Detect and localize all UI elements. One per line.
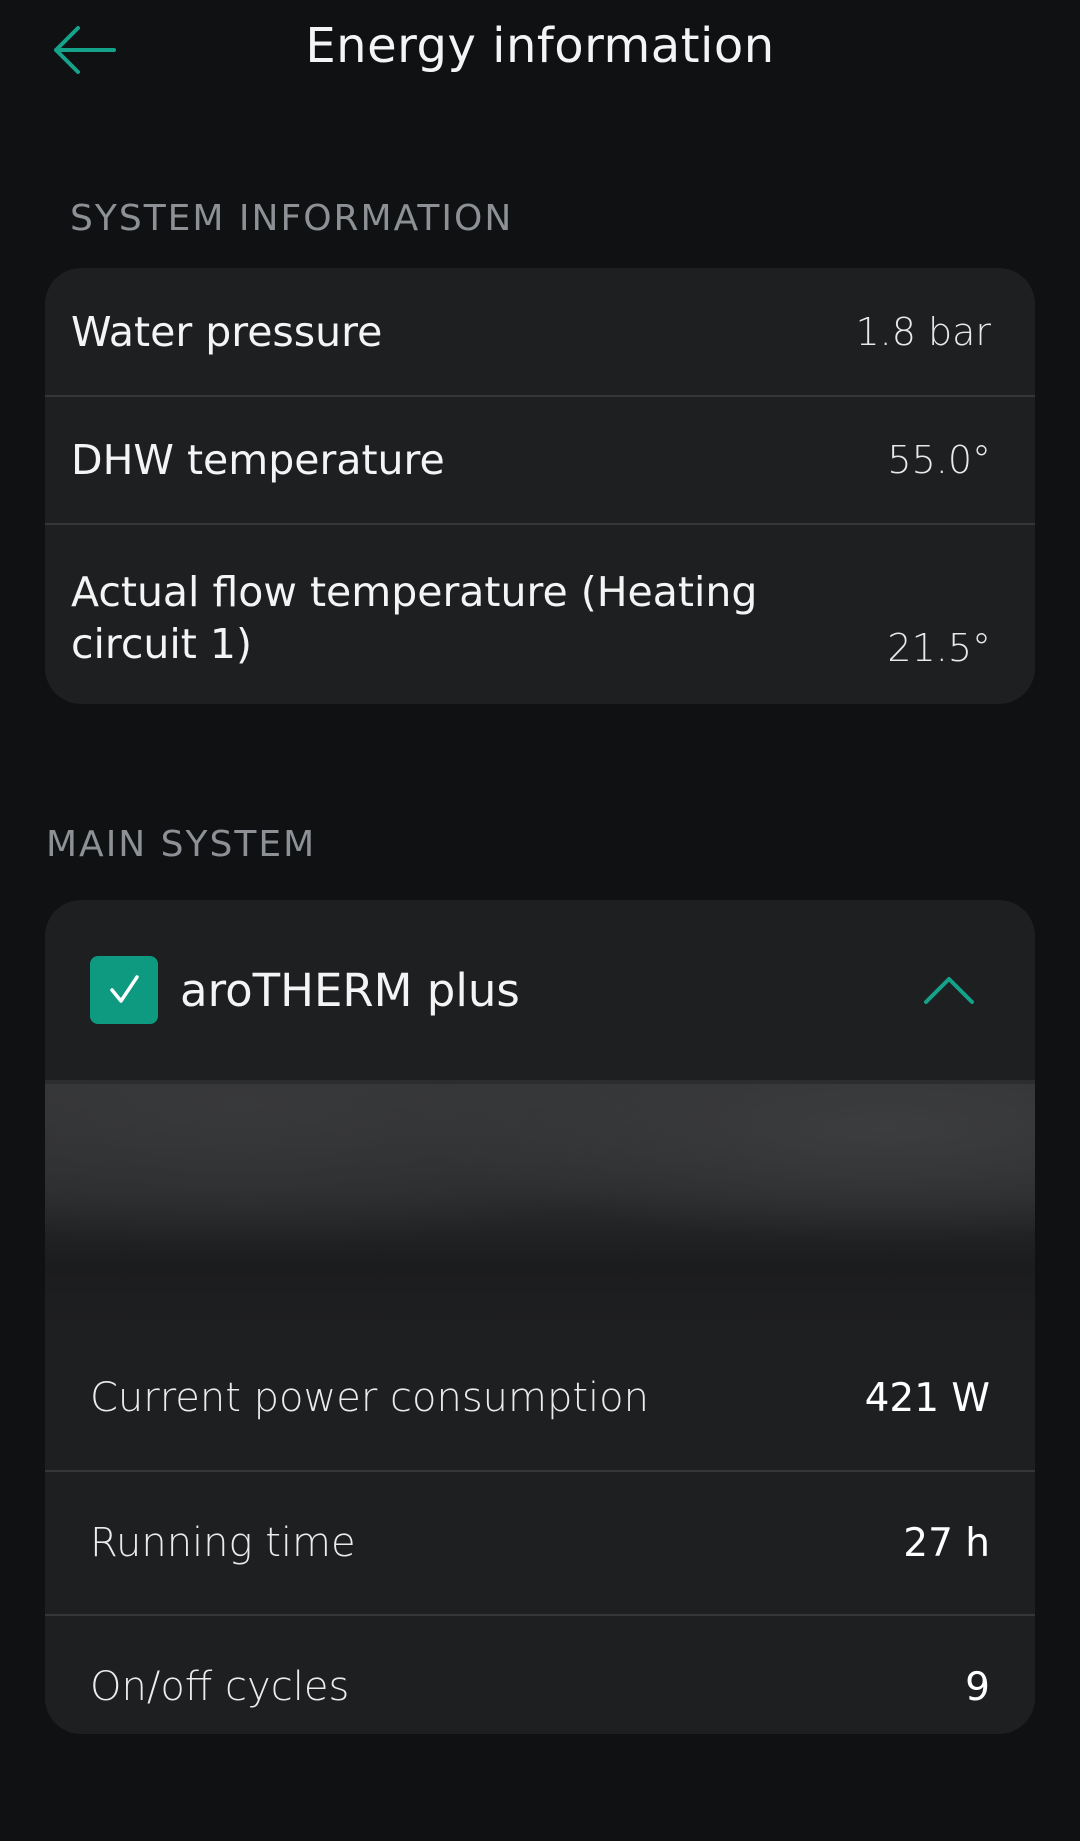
metric-label: On/off cycles xyxy=(90,1664,350,1710)
metric-value: 9 xyxy=(965,1664,990,1710)
device-title-group: aroTHERM plus xyxy=(90,956,520,1024)
info-row-water-pressure: Water pressure 1.8 bar xyxy=(45,268,1035,395)
section-label-system-information: SYSTEM INFORMATION xyxy=(70,198,514,239)
info-label: DHW temperature xyxy=(71,436,445,484)
metric-value: 27 h xyxy=(903,1520,990,1566)
section-label-main-system: MAIN SYSTEM xyxy=(46,824,317,865)
device-name: aroTHERM plus xyxy=(180,963,520,1017)
image-top-edge xyxy=(45,1080,1035,1084)
info-label: Actual flow temperature (Heating circuit… xyxy=(71,568,758,668)
page-title: Energy information xyxy=(305,18,775,74)
metric-value: 421 W xyxy=(864,1375,990,1421)
device-image xyxy=(45,1080,1035,1326)
metric-row-running-time: Running time 27 h xyxy=(45,1470,1035,1614)
chevron-up-icon[interactable] xyxy=(923,975,975,1005)
metric-row-current-power-consumption: Current power consumption 421 W xyxy=(45,1326,1035,1470)
main-system-card: aroTHERM plus Current power consumption … xyxy=(45,900,1035,1734)
info-value: 55.0° xyxy=(887,438,991,482)
metric-row-on-off-cycles: On/off cycles 9 xyxy=(45,1614,1035,1734)
info-value: 1.8 bar xyxy=(855,309,991,354)
metric-label: Running time xyxy=(90,1520,356,1566)
metric-label: Current power consumption xyxy=(90,1375,649,1421)
info-row-dhw-temperature: DHW temperature 55.0° xyxy=(45,395,1035,523)
info-label: Water pressure xyxy=(71,307,383,356)
info-value: 21.5° xyxy=(887,626,991,670)
system-information-card: Water pressure 1.8 bar DHW temperature 5… xyxy=(45,268,1035,704)
checkmark-icon xyxy=(110,975,139,1003)
info-row-actual-flow-temperature: Actual flow temperature (Heating circuit… xyxy=(45,523,1035,704)
device-header-aritherm-plus[interactable]: aroTHERM plus xyxy=(45,900,1035,1080)
app-header: Energy information xyxy=(0,0,1080,100)
device-checkbox[interactable] xyxy=(90,956,158,1024)
